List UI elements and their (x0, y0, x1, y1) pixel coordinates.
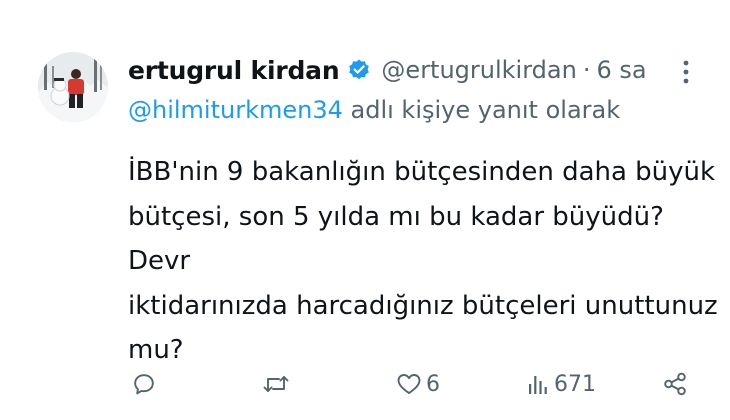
action-bar: 6 671 (0, 362, 730, 406)
timestamp[interactable]: 6 sa (596, 56, 646, 84)
share-button[interactable] (662, 362, 688, 406)
handle[interactable]: @ertugrulkirdan (381, 56, 576, 84)
tweet-card[interactable]: ertugrul kirdan @ertugrulkirdan · 6 sa @… (0, 0, 730, 420)
reply-context-text: adlı kişiye yanıt olarak (350, 96, 621, 124)
tweet-text-line: iktidarınızda harcadığınız bütçeleri unu… (128, 290, 718, 321)
separator-dot: · (582, 56, 591, 84)
views-chart-icon (526, 372, 550, 396)
reply-context: @hilmiturkmen34 adlı kişiye yanıt olarak (128, 96, 620, 124)
like-count: 6 (426, 371, 440, 397)
retweet-button[interactable] (262, 362, 290, 406)
tweet-text: İBB'nin 9 bakanlığın bütçesinden daha bü… (128, 150, 718, 373)
retweet-icon (262, 372, 290, 396)
tweet-header: ertugrul kirdan @ertugrulkirdan · 6 sa (128, 50, 647, 90)
display-name[interactable]: ertugrul kirdan (128, 56, 340, 85)
share-icon (662, 371, 688, 397)
view-count: 671 (554, 371, 596, 397)
tweet-text-line: İBB'nin 9 bakanlığın bütçesinden daha bü… (128, 157, 716, 187)
verified-badge-icon (347, 58, 371, 82)
reply-button[interactable] (132, 362, 156, 406)
more-options-icon[interactable] (676, 56, 696, 88)
views-button[interactable]: 671 (526, 362, 596, 406)
tweet-text-line: bütçesi, son 5 yılda mı bu kadar büyüdü?… (128, 201, 664, 277)
reply-icon (132, 372, 156, 396)
heart-icon (396, 372, 422, 396)
like-button[interactable]: 6 (396, 362, 440, 406)
avatar[interactable] (38, 52, 108, 122)
reply-mention-link[interactable]: @hilmiturkmen34 (128, 96, 343, 124)
